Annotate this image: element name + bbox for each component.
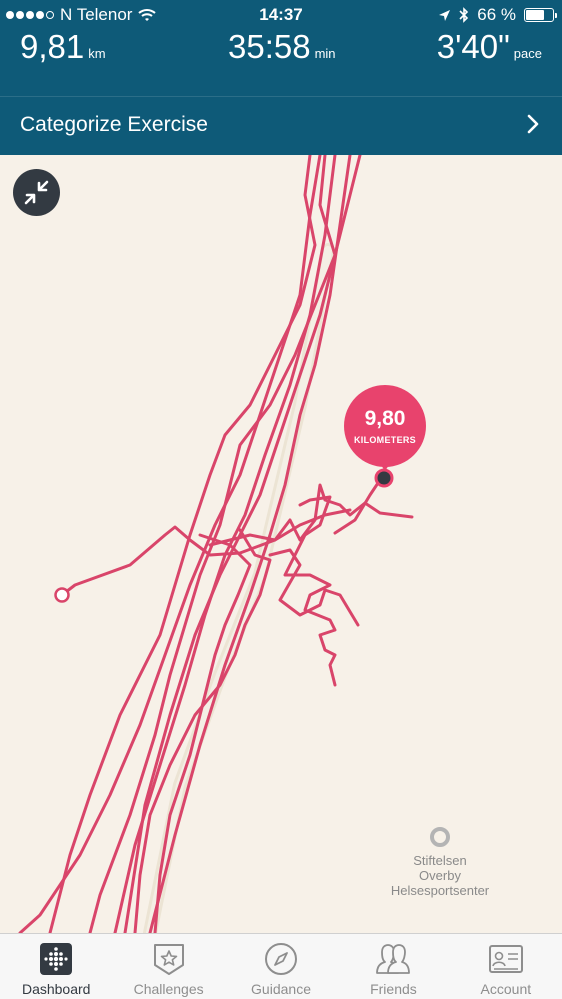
bluetooth-icon [459,7,469,23]
collapse-arrows-icon [24,180,49,205]
compass-icon [265,943,298,975]
tab-friends[interactable]: Friends [337,934,449,999]
poi-label-line1: Stiftelsen [413,853,467,868]
tab-challenges[interactable]: Challenges [112,934,224,999]
poi-label-line2: Overby [419,868,461,883]
poi-helsesportsenter[interactable]: Stiftelsen Overby Helsesportsenter [370,827,510,898]
map-canvas [18,155,414,933]
battery-icon [524,8,557,22]
duration-stat: 35:58 min [228,28,336,66]
route-map[interactable]: 9,80 KILOMETERS Stiftelsen Overby Helses… [0,155,562,933]
distance-stat: 9,81 km [20,28,106,66]
distance-value: 9,81 [20,28,85,65]
poi-circle-icon [430,827,450,847]
distance-marker: 9,80 KILOMETERS [344,385,426,485]
workout-stats: 9,81 km 35:58 min 3'40" pace [0,28,562,72]
tab-guidance-label: Guidance [251,981,311,997]
tab-dashboard[interactable]: Dashboard [0,934,112,999]
friends-icon [376,944,411,974]
duration-unit: min [314,46,336,61]
distance-marker-pointer [377,459,393,471]
status-right: 66 % [438,5,557,25]
battery-percent: 66 % [477,5,516,24]
tab-guidance[interactable]: Guidance [225,934,337,999]
chevron-right-icon [527,114,539,134]
poi-label-line3: Helsesportsenter [390,883,490,898]
categorize-exercise-label: Categorize Exercise [20,113,208,136]
duration-value: 35:58 [228,28,311,65]
distance-unit: km [88,46,106,61]
challenges-star-icon [153,944,184,975]
distance-marker-unit: KILOMETERS [353,435,416,445]
account-card-icon [488,945,523,973]
location-arrow-icon [439,9,451,21]
tab-account[interactable]: Account [450,934,562,999]
tab-challenges-label: Challenges [133,981,204,997]
status-bar: N Telenor 14:37 66 % [0,0,562,28]
collapse-map-button[interactable] [13,169,60,216]
distance-marker-value: 9,80 [364,407,406,430]
dashboard-icon [40,943,73,975]
pace-value: 3'40" [436,28,510,65]
tab-account-label: Account [480,981,532,997]
tab-friends-label: Friends [370,981,417,997]
tab-bar: Dashboard Challenges Guidance Friends Ac… [0,933,562,999]
pace-unit: pace [513,46,542,61]
route-start-point [54,587,70,603]
categorize-exercise-row[interactable]: Categorize Exercise [0,96,562,154]
header: N Telenor 14:37 66 % 9,81 km 35:58 min 3… [0,0,562,155]
pace-stat: 3'40" pace [437,28,542,66]
route-paths [18,155,414,933]
tab-dashboard-label: Dashboard [21,981,91,997]
